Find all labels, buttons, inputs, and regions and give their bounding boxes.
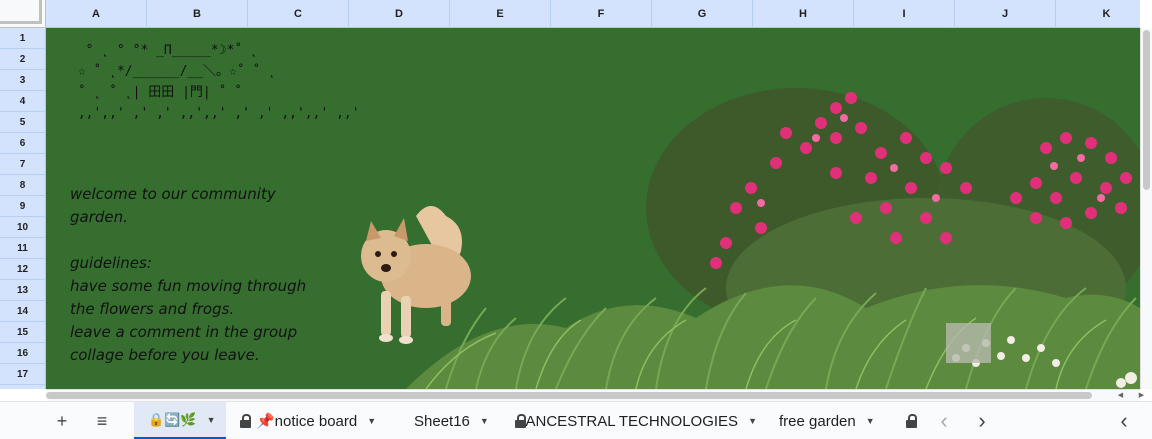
sheet-tab-sheet16[interactable]: Sheet16 ▼ xyxy=(414,402,494,439)
scroll-right-icon[interactable]: ▶ xyxy=(1139,391,1144,399)
horizontal-scrollbar[interactable] xyxy=(46,389,1140,401)
row-header[interactable]: 17 xyxy=(0,364,45,385)
column-header-k[interactable]: K xyxy=(1056,0,1152,28)
lock-icon xyxy=(240,414,251,428)
next-tabs-button[interactable]: › xyxy=(970,402,994,439)
column-header-i[interactable]: I xyxy=(854,0,955,28)
guideline-line: collage before you leave. xyxy=(70,346,260,364)
column-header-f[interactable]: F xyxy=(551,0,652,28)
column-header-e[interactable]: E xyxy=(450,0,551,28)
guideline-line: the flowers and frogs. xyxy=(70,300,235,318)
sheet-tab-ancestral-technologies[interactable]: ANCESTRAL TECHNOLOGIES ▼ xyxy=(515,402,757,439)
sheet-tab-notice-board[interactable]: 📌notice board ▼ xyxy=(240,402,392,439)
welcome-line xyxy=(70,229,306,252)
lock-icon xyxy=(906,414,917,428)
vertical-scroll-thumb[interactable] xyxy=(1143,30,1150,190)
guideline-line: leave a comment in the group xyxy=(70,323,298,341)
guidelines-heading: guidelines: xyxy=(70,254,152,272)
row-header[interactable]: 13 xyxy=(0,280,45,301)
row-header[interactable]: 5 xyxy=(0,112,45,133)
column-headers: A B C D E F G H I J K xyxy=(46,0,1140,28)
sheet-tab-free-garden[interactable]: free garden ▼ xyxy=(779,402,884,439)
scroll-arrows: ◀ ▶ xyxy=(1110,389,1152,401)
sheet-tab-active[interactable]: 🔒🔄🌿 ▼ xyxy=(134,402,226,439)
welcome-line: welcome to our community xyxy=(70,185,276,203)
select-all-corner[interactable] xyxy=(0,0,46,28)
sheet-tab-label: 📌notice board xyxy=(256,413,358,430)
column-header-j[interactable]: J xyxy=(955,0,1056,28)
column-header-c[interactable]: C xyxy=(248,0,349,28)
row-header[interactable]: 11 xyxy=(0,238,45,259)
collapse-panel-button[interactable]: ‹ xyxy=(1112,402,1136,439)
column-header-g[interactable]: G xyxy=(652,0,753,28)
guideline-line: have some fun moving through xyxy=(70,277,307,295)
column-header-d[interactable]: D xyxy=(349,0,450,28)
welcome-text-cell[interactable]: welcome to our community garden. guideli… xyxy=(70,183,306,367)
row-header[interactable]: 6 xyxy=(0,133,45,154)
row-header[interactable]: 12 xyxy=(0,259,45,280)
row-header[interactable]: 7 xyxy=(0,154,45,175)
chevron-down-icon[interactable]: ▼ xyxy=(480,416,489,426)
row-header[interactable]: 14 xyxy=(0,301,45,322)
row-header[interactable]: 3 xyxy=(0,70,45,91)
row-headers: 1 2 3 4 5 6 7 8 9 10 11 12 13 14 15 16 1… xyxy=(0,28,46,389)
spreadsheet-app: A B C D E F G H I J K 1 2 3 4 5 6 7 8 9 … xyxy=(0,0,1152,439)
scroll-left-icon[interactable]: ◀ xyxy=(1118,391,1123,399)
horizontal-scroll-thumb[interactable] xyxy=(46,392,1092,399)
column-header-h[interactable]: H xyxy=(753,0,854,28)
chevron-down-icon[interactable]: ▼ xyxy=(207,415,216,425)
row-header[interactable]: 8 xyxy=(0,175,45,196)
column-header-b[interactable]: B xyxy=(147,0,248,28)
chevron-down-icon[interactable]: ▼ xyxy=(367,416,376,426)
sheet-tab-label: free garden xyxy=(779,412,856,430)
sheet-tab-partial[interactable] xyxy=(906,402,922,439)
row-header[interactable]: 1 xyxy=(0,28,45,49)
sheet-tab-label: Sheet16 xyxy=(414,412,470,430)
all-sheets-menu-button[interactable]: ≡ xyxy=(88,402,116,439)
row-header[interactable]: 16 xyxy=(0,343,45,364)
row-header[interactable]: 10 xyxy=(0,217,45,238)
sheet-tab-label: ANCESTRAL TECHNOLOGIES xyxy=(525,412,739,430)
chevron-down-icon[interactable]: ▼ xyxy=(748,416,757,426)
row-header[interactable]: 2 xyxy=(0,49,45,70)
ascii-art-cottage[interactable]: ° ˛ ° °* _Π_____*☽*˚ ˛ ☆ ˚ ˛*/______/__＼… xyxy=(70,40,367,124)
welcome-line: garden. xyxy=(70,208,128,226)
lock-icon xyxy=(515,414,526,428)
sheet-tab-label: 🔒🔄🌿 xyxy=(148,411,197,427)
dog-image[interactable] xyxy=(346,196,486,351)
row-header[interactable]: 15 xyxy=(0,322,45,343)
row-header[interactable]: 4 xyxy=(0,91,45,112)
vertical-scrollbar[interactable] xyxy=(1140,28,1152,389)
previous-tabs-button[interactable]: ‹ xyxy=(932,402,956,439)
row-header[interactable]: 9 xyxy=(0,196,45,217)
sheet-grid[interactable]: ° ˛ ° °* _Π_____*☽*˚ ˛ ☆ ˚ ˛*/______/__＼… xyxy=(46,28,1140,389)
column-header-a[interactable]: A xyxy=(46,0,147,28)
sheet-tab-bar: + ≡ 🔒🔄🌿 ▼ 📌notice board ▼ Sheet16 ▼ ANCE… xyxy=(0,401,1152,439)
add-sheet-button[interactable]: + xyxy=(48,402,76,439)
chevron-down-icon[interactable]: ▼ xyxy=(866,416,875,426)
